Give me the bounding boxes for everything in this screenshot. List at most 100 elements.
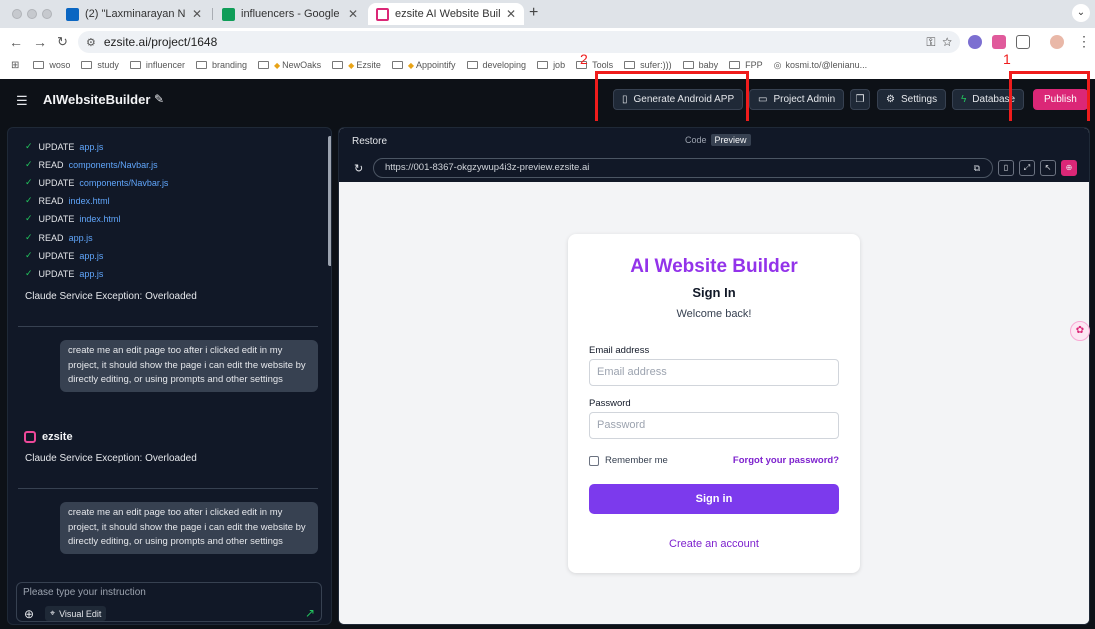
select-element-icon[interactable]: ↖ [1040, 160, 1056, 176]
remember-me[interactable]: Remember me [589, 455, 668, 466]
divider [18, 488, 318, 489]
copy-icon: ❐ [855, 94, 865, 105]
bookmark-folder[interactable]: ◆ Appointify [391, 60, 456, 70]
site-info-icon[interactable]: ⚙ [86, 36, 96, 49]
target-icon[interactable]: ⊕ [1061, 160, 1077, 176]
bookmark-folder[interactable]: branding [195, 60, 247, 70]
forgot-password-link[interactable]: Forgot your password? [733, 455, 839, 466]
add-attachment-icon[interactable]: ⊕ [24, 607, 34, 621]
reload-icon[interactable]: ↻ [57, 34, 68, 50]
close-tab-icon[interactable]: ✕ [192, 7, 202, 21]
email-label: Email address [589, 345, 650, 356]
apps-grid-icon[interactable]: ⊞ [11, 60, 19, 71]
bookmark-folder[interactable]: sufer:))) [624, 60, 672, 70]
workspace: ✓ UPDATE app.js ✓ READ components/Navbar.js … [0, 121, 1095, 629]
preview-canvas: AI Website Builder Sign In Welcome back!… [339, 182, 1089, 624]
annotation-box-2 [595, 71, 749, 128]
bookmarks-bar: ⊞ woso study influencer branding ◆ NewOak… [0, 56, 1095, 74]
password-label: Password [589, 398, 631, 409]
sidebar-toggle-icon[interactable]: ☰ [16, 93, 28, 109]
bookmark-folder[interactable]: baby [682, 60, 718, 70]
tab-title: ezsite AI Website Builder: Cre... [395, 8, 500, 20]
extensions-puzzle-icon[interactable] [1016, 35, 1030, 49]
preview-url: https://001-8367-okgzywup4i3z-preview.ez… [385, 162, 590, 173]
address-bar[interactable]: ⚙ ezsite.ai/project/1648 ⚿ ☆ [78, 31, 960, 53]
preview-tab[interactable]: Preview [710, 134, 751, 146]
log-entry: ✓ READ index.html [25, 195, 110, 206]
bookmark-folder[interactable]: ◆ Ezsite [332, 60, 381, 70]
tab-ezsite[interactable]: ezsite AI Website Builder: Cre... ✕ [368, 3, 524, 25]
ezsite-logo-icon [24, 431, 36, 443]
settings-button[interactable]: ⚙ Settings [877, 89, 947, 110]
log-entry: ✓ READ app.js [25, 232, 93, 243]
create-account-link[interactable]: Create an account [568, 538, 860, 550]
bookmark-star-icon[interactable]: ⚿ ☆ [926, 35, 952, 50]
tab-linkedin[interactable]: (2) "Laxminarayan Narayan A... ✕ [58, 3, 210, 25]
annotation-number-1: 1 [1003, 51, 1011, 67]
extension-icon[interactable] [992, 35, 1006, 49]
browser-toolbar: ← → ↻ ⚙ ezsite.ai/project/1648 ⚿ ☆ ⋮ [0, 28, 1095, 56]
tab-search-icon[interactable]: ⌄ [1072, 4, 1090, 22]
error-message: Claude Service Exception: Overloaded [25, 291, 197, 302]
sign-in-heading: Sign In [692, 285, 736, 300]
gear-icon: ⚙ [886, 94, 895, 105]
zoom-window-dot[interactable] [42, 9, 52, 19]
linkedin-icon [66, 7, 79, 21]
bookmark-folder[interactable]: influencer [129, 60, 185, 70]
bookmark-folder[interactable]: job [537, 60, 565, 70]
visual-edit-button[interactable]: ⌖ Visual Edit [45, 606, 107, 621]
divider [18, 326, 318, 327]
preview-url-bar[interactable]: https://001-8367-okgzywup4i3z-preview.ez… [373, 158, 993, 178]
mobile-view-icon[interactable]: ▯ [998, 160, 1014, 176]
minimize-window-dot[interactable] [27, 9, 37, 19]
copy-button[interactable]: ❐ [850, 89, 870, 110]
password-field[interactable]: Password [589, 412, 839, 439]
new-tab-icon[interactable]: + [529, 4, 538, 22]
close-tab-icon[interactable]: ✕ [348, 7, 358, 21]
bookmark-folder[interactable]: FPP [729, 60, 763, 70]
view-toggle: Code Preview [681, 134, 751, 146]
check-icon: ✓ [25, 250, 33, 260]
bookmark-folder[interactable]: study [81, 60, 119, 70]
forward-icon[interactable]: → [33, 34, 47, 50]
restore-button[interactable]: Restore [352, 136, 387, 147]
remember-checkbox[interactable] [589, 455, 599, 466]
bookmark-link[interactable]: ◎ kosmi.to/@lenianu... [774, 60, 868, 71]
email-field[interactable]: Email address [589, 359, 839, 386]
annotation-number-2: 2 [580, 51, 588, 67]
close-tab-icon[interactable]: ✕ [506, 7, 516, 21]
send-icon[interactable]: ↗ [305, 606, 315, 620]
check-icon: ✓ [25, 195, 33, 205]
extension-icon[interactable] [968, 35, 982, 49]
back-icon[interactable]: ← [9, 34, 23, 50]
check-icon: ✓ [25, 141, 33, 151]
fullscreen-icon[interactable]: ⤢ [1019, 160, 1035, 176]
monitor-icon: ▭ [758, 94, 768, 105]
sign-in-button[interactable]: Sign in [589, 484, 839, 514]
close-window-dot[interactable] [12, 9, 22, 19]
bookmark-folder[interactable]: developing [466, 60, 526, 70]
project-title: AIWebsiteBuilder [43, 92, 151, 107]
log-entry: ✓ READ components/Navbar.js [25, 159, 158, 170]
preview-panel: Restore Code Preview ↻ https://001-8367-… [338, 127, 1090, 625]
bookmark-folder[interactable]: woso [33, 60, 70, 70]
more-menu-icon[interactable]: ⋮ [1077, 33, 1091, 50]
profile-avatar[interactable] [1050, 35, 1064, 49]
assistant-label: ezsite [24, 431, 73, 443]
bookmark-folder[interactable]: ◆ NewOaks [257, 60, 321, 70]
open-external-icon[interactable]: ⧉ [974, 159, 980, 177]
project-admin-button[interactable]: ▭ Project Admin [749, 89, 845, 110]
log-entry: ✓ UPDATE app.js [25, 268, 104, 279]
instruction-input[interactable]: Please type your instruction ⊕ ⌖ Visual … [16, 582, 322, 622]
floating-assistant-icon[interactable]: ✿ [1070, 321, 1090, 341]
tab-google-sheets[interactable]: influencers - Google Sheets ✕ [214, 3, 366, 25]
preview-toolbar: Restore Code Preview ↻ https://001-8367-… [339, 128, 1089, 182]
chat-scrollbar[interactable] [328, 136, 331, 266]
tab-strip: (2) "Laxminarayan Narayan A... ✕ influen… [0, 0, 1095, 28]
user-message: create me an edit page too after i click… [60, 502, 318, 554]
globe-icon: ◎ [773, 59, 782, 70]
refresh-preview-icon[interactable]: ↻ [354, 162, 363, 175]
edit-title-pencil-icon[interactable]: ✎ [154, 92, 164, 106]
lightning-icon: ϟ [961, 94, 967, 105]
code-tab[interactable]: Code [681, 134, 711, 146]
